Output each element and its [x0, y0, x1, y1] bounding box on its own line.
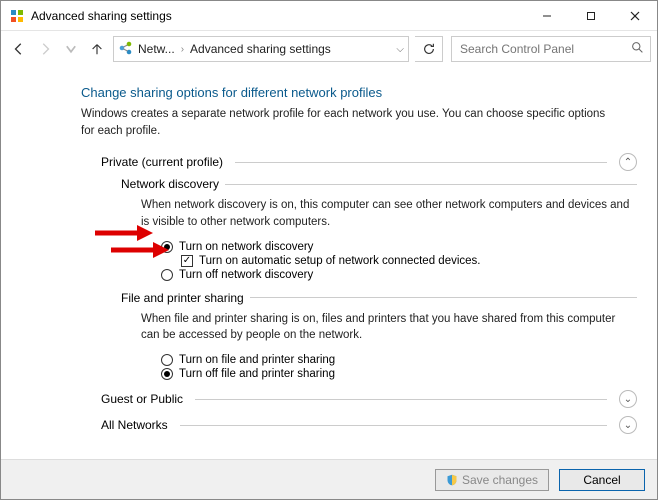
subsection-title: Network discovery [121, 177, 219, 191]
recent-dropdown[interactable] [59, 37, 83, 61]
search-icon [631, 41, 644, 57]
chevron-down-icon[interactable]: ⌄ [619, 390, 637, 408]
subsection-description: When network discovery is on, this compu… [141, 197, 637, 230]
option-label: Turn on file and printer sharing [179, 354, 335, 366]
search-box[interactable] [451, 36, 651, 62]
chevron-down-icon[interactable]: ⌄ [619, 416, 637, 434]
subsection-title: File and printer sharing [121, 291, 244, 305]
control-panel-icon [9, 8, 25, 24]
checkbox-auto-setup[interactable]: ✓ Turn on automatic setup of network con… [181, 255, 637, 267]
breadcrumb-separator-icon: › [179, 44, 186, 55]
address-bar[interactable]: Netw... › Advanced sharing settings ⌵ [113, 36, 409, 62]
section-all-networks[interactable]: All Networks ⌄ [101, 416, 637, 434]
breadcrumb-item[interactable]: Netw... [138, 42, 175, 56]
search-input[interactable] [458, 41, 631, 57]
breadcrumb-item[interactable]: Advanced sharing settings [190, 42, 331, 56]
radio-turn-on-file-sharing[interactable]: Turn on file and printer sharing [161, 354, 637, 366]
refresh-button[interactable] [415, 36, 443, 62]
section-label: All Networks [101, 418, 168, 432]
option-label: Turn off file and printer sharing [179, 368, 335, 380]
close-button[interactable] [613, 1, 657, 30]
subsection-network-discovery: Network discovery When network discovery… [121, 177, 637, 280]
section-guest-public[interactable]: Guest or Public ⌄ [101, 390, 637, 408]
title-bar: Advanced sharing settings [1, 1, 657, 31]
option-label: Turn on automatic setup of network conne… [199, 255, 480, 267]
divider [195, 399, 607, 400]
option-label: Turn on network discovery [179, 241, 313, 253]
page-heading: Change sharing options for different net… [81, 85, 637, 100]
bottom-bar: Save changes Cancel [1, 459, 657, 499]
page-description: Windows creates a separate network profi… [81, 106, 621, 139]
subsection-file-printer-sharing: File and printer sharing When file and p… [121, 291, 637, 380]
divider [225, 184, 637, 185]
save-changes-button[interactable]: Save changes [435, 469, 549, 491]
navigation-bar: Netw... › Advanced sharing settings ⌵ [1, 31, 657, 67]
back-button[interactable] [7, 37, 31, 61]
radio-icon [161, 241, 173, 253]
address-dropdown-icon[interactable]: ⌵ [396, 44, 404, 55]
section-private[interactable]: Private (current profile) ⌃ [101, 153, 637, 171]
window-title: Advanced sharing settings [31, 9, 525, 23]
section-label: Private (current profile) [101, 155, 223, 169]
shield-icon [446, 474, 458, 486]
checkbox-icon: ✓ [181, 255, 193, 267]
radio-turn-off-file-sharing[interactable]: Turn off file and printer sharing [161, 368, 637, 380]
option-label: Turn off network discovery [179, 269, 313, 281]
chevron-up-icon[interactable]: ⌃ [619, 153, 637, 171]
up-button[interactable] [85, 37, 109, 61]
forward-button[interactable] [33, 37, 57, 61]
maximize-button[interactable] [569, 1, 613, 30]
divider [235, 162, 607, 163]
content-area: Change sharing options for different net… [1, 67, 657, 459]
subsection-description: When file and printer sharing is on, fil… [141, 311, 637, 344]
section-label: Guest or Public [101, 392, 183, 406]
cancel-button[interactable]: Cancel [559, 469, 645, 491]
button-label: Cancel [583, 473, 620, 487]
divider [250, 297, 637, 298]
radio-turn-on-discovery[interactable]: Turn on network discovery [161, 241, 637, 253]
minimize-button[interactable] [525, 1, 569, 30]
radio-icon [161, 269, 173, 281]
divider [180, 425, 607, 426]
window-controls [525, 1, 657, 30]
radio-turn-off-discovery[interactable]: Turn off network discovery [161, 269, 637, 281]
radio-icon [161, 368, 173, 380]
button-label: Save changes [462, 473, 538, 487]
network-icon [118, 40, 134, 59]
radio-icon [161, 354, 173, 366]
